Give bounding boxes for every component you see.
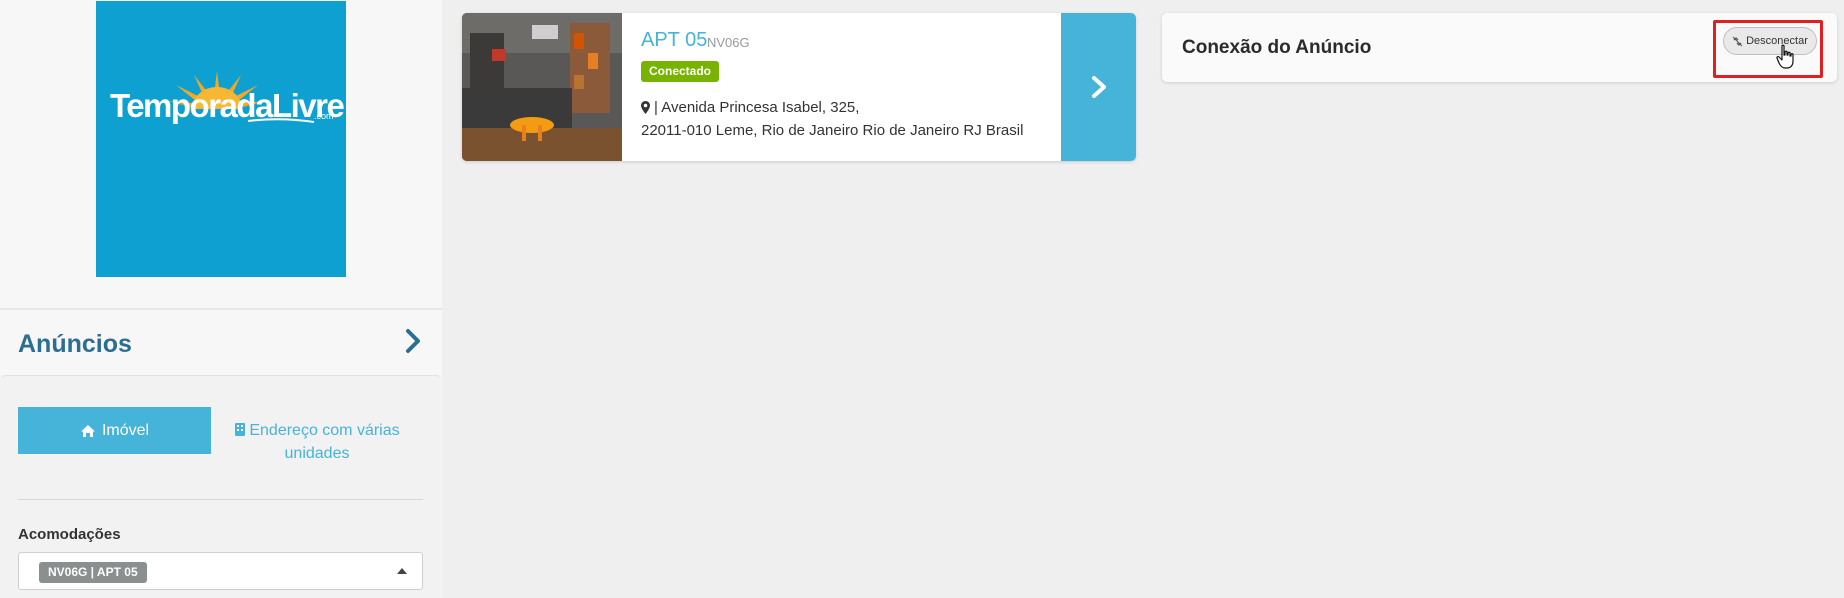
acomodacoes-label: Acomodações: [18, 526, 121, 543]
building-icon: [235, 423, 246, 436]
sun-logo-icon: [168, 71, 315, 123]
logo-wordmark: TemporadaLivre: [110, 87, 345, 125]
logo-text-temporada: Temporada: [110, 87, 273, 124]
connection-title: Conexão do Anúncio: [1182, 37, 1372, 58]
brand-logo[interactable]: TemporadaLivre .com: [96, 1, 346, 277]
acomodacoes-select[interactable]: NV06G | APT 05: [18, 552, 423, 590]
hand-cursor-icon: [1776, 44, 1794, 69]
listing-photo-image: [462, 13, 622, 161]
home-icon: [80, 424, 95, 437]
logo-suffix: .com: [314, 111, 334, 121]
divider: [0, 308, 442, 310]
chevron-right-icon[interactable]: [400, 326, 426, 356]
tab-endereco[interactable]: Endereço com várias unidades: [222, 419, 412, 465]
selected-accommodation-tag[interactable]: NV06G | APT 05: [39, 562, 147, 583]
unlink-icon: [1732, 36, 1743, 46]
chevron-right-icon: [1091, 76, 1106, 98]
divider: [18, 499, 423, 500]
listing-title[interactable]: APT 05: [641, 29, 707, 52]
address-line-2: 22011-010 Leme, Rio de Janeiro Rio de Ja…: [641, 122, 1024, 139]
listing-card[interactable]: APT 05 NV06G Conectado | Avenida Princes…: [462, 13, 1136, 161]
address-line-1-text: | Avenida Princesa Isabel, 325,: [654, 99, 860, 116]
status-badge: Conectado: [641, 61, 720, 82]
section-title-anuncios: Anúncios: [18, 330, 132, 358]
tab-imovel[interactable]: Imóvel: [18, 407, 211, 454]
listing-code: NV06G: [707, 35, 750, 50]
sidebar: TemporadaLivre .com Anúncios Imóvel Ende…: [0, 0, 442, 598]
tab-imovel-label: Imóvel: [101, 421, 150, 439]
caret-up-icon[interactable]: [397, 568, 407, 574]
disconnect-button[interactable]: Desconectar: [1723, 27, 1817, 55]
open-listing-button[interactable]: [1061, 13, 1136, 161]
logo-area: TemporadaLivre .com: [0, 0, 442, 290]
address-line-1: | Avenida Princesa Isabel, 325,: [641, 99, 859, 116]
tab-endereco-label: Endereço com várias unidades: [249, 422, 400, 462]
listing-photo[interactable]: [462, 13, 622, 161]
map-marker-icon: [641, 101, 650, 114]
